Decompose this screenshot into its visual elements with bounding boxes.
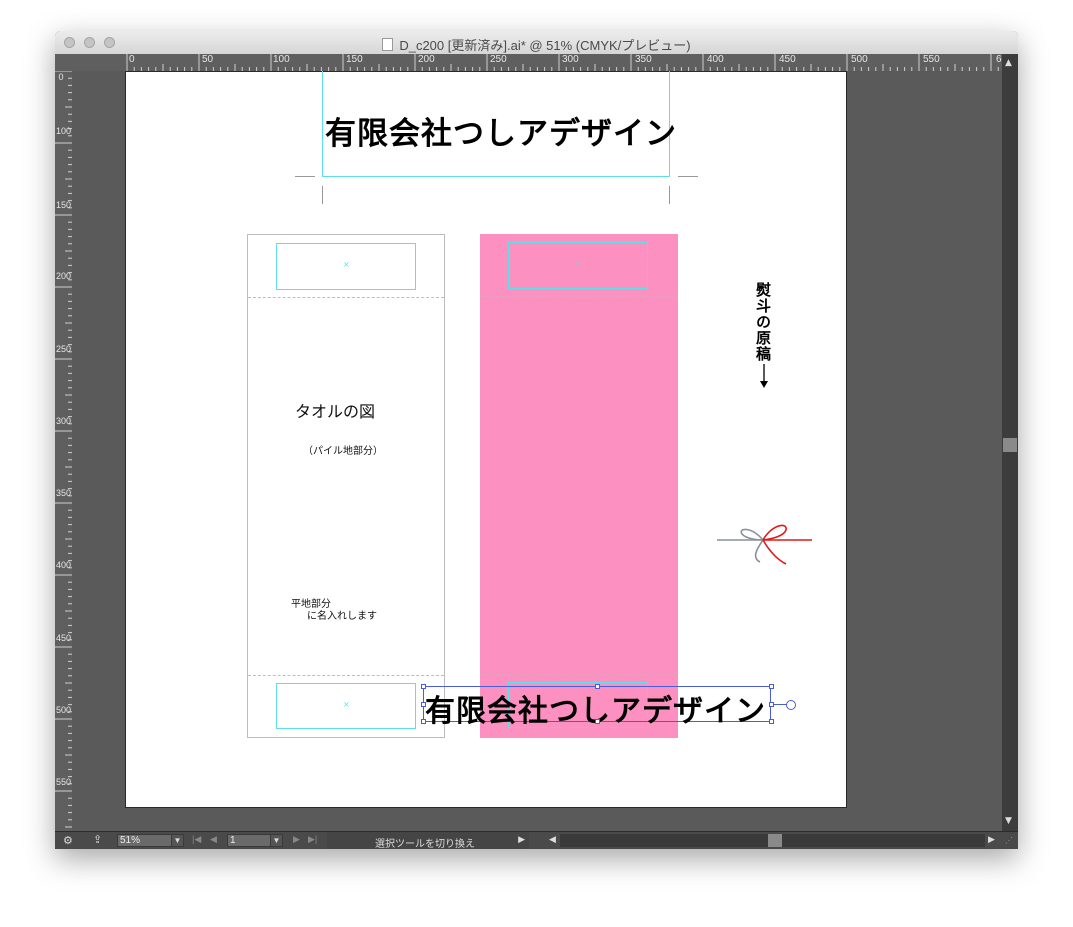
fold-line xyxy=(248,675,444,676)
scroll-down-icon[interactable]: ▼ xyxy=(1005,816,1012,826)
ruler-label: 100 xyxy=(273,54,290,65)
selection-handle[interactable] xyxy=(595,719,600,724)
document-icon xyxy=(382,38,394,51)
fold-line xyxy=(480,674,678,675)
title-bar: D_c200 [更新済み].ai* @ 51% (CMYK/プレビュー) xyxy=(55,31,1018,55)
ruler-label: 500 xyxy=(851,54,868,65)
ruler-origin[interactable] xyxy=(55,54,73,72)
ruler-label: 300 xyxy=(56,416,72,426)
window-title: D_c200 [更新済み].ai* @ 51% (CMYK/プレビュー) xyxy=(55,35,1018,54)
ruler-label: 350 xyxy=(56,488,72,498)
noshi-label: 熨斗の原稿 xyxy=(754,282,772,362)
crop-mark xyxy=(295,176,315,177)
pile-label: （パイル地部分） xyxy=(303,446,383,457)
guide-center-mark: × xyxy=(343,700,350,709)
crop-mark xyxy=(678,176,698,177)
share-icon[interactable]: ⇪ xyxy=(93,833,102,846)
ruler-label: 400 xyxy=(707,54,724,65)
ruler-label: 6 xyxy=(996,54,1002,65)
selection-handle[interactable] xyxy=(769,684,774,689)
ruler-label: 550 xyxy=(56,777,72,787)
status-info-area[interactable]: 選択ツールを切り換え ▶ xyxy=(327,832,529,849)
mizuhiki-ribbon-icon xyxy=(717,524,812,565)
zoom-field[interactable]: 51% xyxy=(117,834,172,847)
previous-artboard-icon[interactable]: ◀ xyxy=(210,834,217,845)
selection-handle[interactable] xyxy=(595,684,600,689)
ruler-label: 150 xyxy=(56,200,72,210)
ruler-label: 550 xyxy=(923,54,940,65)
selection-handle[interactable] xyxy=(421,702,426,707)
vertical-scrollbar[interactable]: ▲ ▼ xyxy=(1002,54,1018,831)
ruler-label: 50 xyxy=(202,54,214,65)
ruler-label: 250 xyxy=(490,54,507,65)
towel-panel-pink[interactable]: × xyxy=(480,234,678,738)
window-title-text: D_c200 [更新済み].ai* @ 51% (CMYK/プレビュー) xyxy=(399,38,691,53)
selection-handle[interactable] xyxy=(421,719,426,724)
ruler-label: 450 xyxy=(56,633,72,643)
crop-mark xyxy=(669,186,670,204)
fold-line xyxy=(480,296,678,297)
scroll-up-icon[interactable]: ▲ xyxy=(1005,58,1012,68)
next-artboard-icon[interactable]: ▶ xyxy=(293,834,300,845)
last-artboard-icon[interactable]: ▶| xyxy=(308,834,317,845)
vertical-scroll-thumb[interactable] xyxy=(1003,438,1017,452)
ruler-label: 400 xyxy=(56,560,72,570)
ruler-label: 0 xyxy=(129,54,135,65)
document-canvas[interactable]: 有限会社つしアデザイン × タオルの図 （パイル地部分） 平地部分 に名入れしま… xyxy=(72,71,1002,831)
horizontal-scroll-thumb[interactable] xyxy=(768,834,782,847)
vertical-ruler[interactable]: 0 100 150 200 250 300 350 400 450 500 55… xyxy=(55,71,73,831)
ruler-label: 200 xyxy=(418,54,435,65)
selection-handle[interactable] xyxy=(421,684,426,689)
first-artboard-icon[interactable]: |◀ xyxy=(192,834,201,845)
ruler-label: 300 xyxy=(562,54,579,65)
rotate-handle[interactable] xyxy=(786,700,796,710)
ruler-label: 200 xyxy=(56,271,72,281)
flat-area-label-2: に名入れします xyxy=(307,611,377,622)
illustrator-window: D_c200 [更新済み].ai* @ 51% (CMYK/プレビュー) 0 5… xyxy=(55,31,1018,849)
artboard[interactable]: 有限会社つしアデザイン × タオルの図 （パイル地部分） 平地部分 に名入れしま… xyxy=(125,71,847,808)
crop-mark xyxy=(322,186,323,204)
ruler-label: 100 xyxy=(56,126,72,136)
selection-handle[interactable] xyxy=(769,719,774,724)
ruler-label: 150 xyxy=(346,54,363,65)
towel-label: タオルの図 xyxy=(295,402,376,421)
fold-line xyxy=(248,297,444,298)
resize-grip-icon[interactable]: ⋰ xyxy=(1005,836,1013,845)
towel-panel-white[interactable]: × タオルの図 （パイル地部分） 平地部分 に名入れします × xyxy=(247,234,445,738)
scroll-left-icon[interactable]: ◀ xyxy=(549,834,556,845)
scroll-right-icon[interactable]: ▶ xyxy=(988,834,995,845)
status-menu-icon[interactable]: ▶ xyxy=(518,834,525,845)
rotate-handle-line xyxy=(773,704,787,705)
horizontal-scrollbar[interactable] xyxy=(560,834,985,847)
vertical-ruler-ticks xyxy=(55,71,72,828)
brand-logo-top[interactable]: 有限会社つしアデザイン xyxy=(325,108,677,153)
ruler-label: 250 xyxy=(56,344,72,354)
ruler-label: 500 xyxy=(56,705,72,715)
guide-center-mark: × xyxy=(575,259,582,268)
zoom-dropdown-icon[interactable]: ▼ xyxy=(171,834,184,847)
artboard-number-field[interactable]: 1 xyxy=(227,834,271,847)
ruler-label: 0 xyxy=(58,72,64,82)
status-bar: ⚙ ⇪ 51% ▼ |◀ ◀ 1 ▼ ▶ ▶| 選択ツールを切り換え ▶ ◀ ▶… xyxy=(55,831,1018,849)
guide-center-mark: × xyxy=(343,260,350,269)
ruler-label: 450 xyxy=(779,54,796,65)
artboard-dropdown-icon[interactable]: ▼ xyxy=(270,834,283,847)
down-arrow-icon xyxy=(760,364,768,388)
status-tool-label: 選択ツールを切り換え xyxy=(375,839,475,849)
horizontal-ruler[interactable]: 0 50 100 150 200 250 300 350 400 450 500… xyxy=(72,54,1002,72)
ruler-label: 350 xyxy=(635,54,652,65)
gpu-performance-icon[interactable]: ⚙ xyxy=(63,834,73,847)
